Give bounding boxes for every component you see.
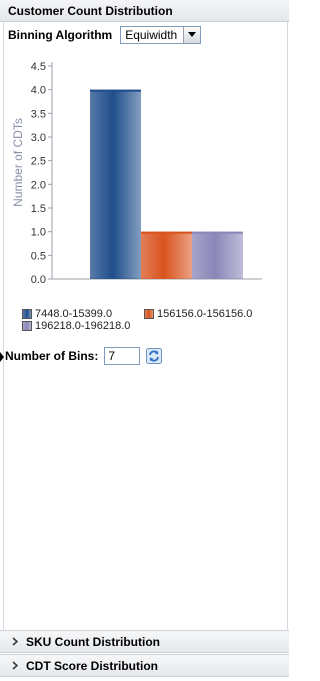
chevron-right-icon	[12, 637, 18, 646]
y-tick-label: 4.5	[31, 61, 46, 73]
y-tick-label: 4.0	[31, 85, 46, 97]
bar	[90, 89, 141, 279]
binning-algorithm-label: Binning Algorithm	[8, 28, 113, 42]
chevron-down-icon[interactable]	[183, 27, 201, 43]
panel-title[interactable]: Customer Count Distribution	[0, 0, 289, 22]
legend-label: 196218.0-196218.0	[35, 320, 131, 332]
y-tick-label: 0.0	[31, 274, 46, 286]
legend-swatch	[22, 309, 32, 319]
customer-count-chart: 0.0 0.5 1.0 1.5 2.0 2.5 3.0 3.5 4.0 4.5 Number of …	[11, 61, 262, 286]
number-of-bins-label: Number of Bins:	[5, 348, 99, 363]
binning-algorithm-select[interactable]: Equiwidth	[120, 26, 202, 44]
bar-top-edge	[141, 231, 192, 234]
legend-label: 7448.0-15399.0	[35, 308, 113, 320]
splitter-handle[interactable]	[0, 352, 4, 362]
binning-algorithm-value: Equiwidth	[125, 28, 178, 42]
accordion-sku-count-distribution[interactable]: SKU Count Distribution	[0, 630, 289, 653]
accordion-label: SKU Count Distribution	[26, 634, 160, 649]
accordion-label: CDT Score Distribution	[26, 658, 159, 673]
legend-item: 156156.0-156156.0	[144, 308, 252, 320]
bar-top-edge	[90, 89, 141, 92]
y-tick-label: 3.0	[31, 132, 46, 144]
chevron-right-icon	[12, 661, 18, 670]
binning-algorithm-row: Binning Algorithm Equiwidth	[8, 26, 202, 44]
number-of-bins-row: Number of Bins:	[5, 346, 163, 365]
legend-label: 156156.0-156156.0	[157, 308, 253, 320]
y-tick-label: 2.5	[31, 156, 46, 168]
y-tick-label: 1.0	[31, 227, 46, 239]
refresh-icon[interactable]	[146, 347, 163, 364]
accordion-cdt-score-distribution[interactable]: CDT Score Distribution	[0, 654, 289, 677]
y-tick-label: 3.5	[31, 108, 46, 120]
y-tick-label: 2.0	[31, 179, 46, 191]
legend-item: 7448.0-15399.0	[22, 308, 112, 320]
legend-item: 196218.0-196218.0	[22, 320, 130, 332]
number-of-bins-input[interactable]	[104, 346, 141, 365]
y-axis-title: Number of CDTs	[11, 118, 25, 207]
bar	[141, 231, 192, 279]
y-tick-label: 1.5	[31, 203, 46, 215]
bar	[192, 231, 243, 279]
legend-swatch	[144, 309, 154, 319]
bar-top-edge	[192, 231, 243, 234]
y-tick-label: 0.5	[31, 250, 46, 262]
legend-swatch	[22, 321, 32, 331]
